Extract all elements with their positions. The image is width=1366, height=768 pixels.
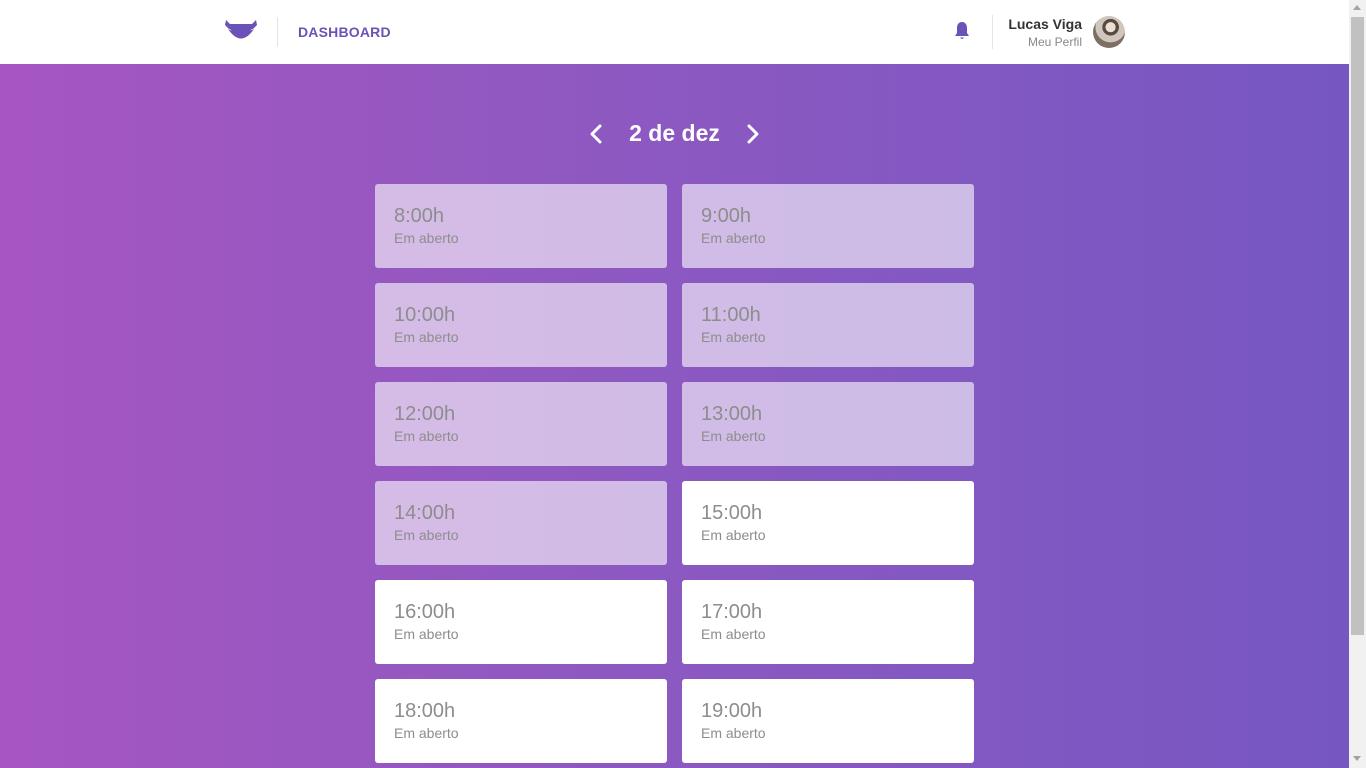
main-content: [0, 64, 1349, 768]
slot-time: 10:00h: [394, 304, 456, 326]
avatar[interactable]: [1093, 16, 1125, 48]
slot-status: Em aberto: [394, 626, 459, 642]
top-header: DASHBOARD Lucas Viga Meu Perfil: [0, 0, 1349, 64]
slot-status: Em aberto: [394, 329, 459, 345]
slot-status: Em aberto: [701, 527, 766, 543]
slot-time: 15:00h: [701, 502, 763, 524]
slot-status: Em aberto: [701, 725, 766, 741]
slot-time: 19:00h: [701, 700, 763, 722]
header-divider: [992, 15, 993, 49]
bell-icon[interactable]: [953, 21, 971, 41]
slot-status: Em aberto: [701, 626, 766, 642]
time-slot[interactable]: 18:00h Em aberto: [375, 679, 667, 763]
time-slot[interactable]: 14:00h Em aberto: [375, 481, 667, 565]
time-slot[interactable]: 9:00h Em aberto: [682, 184, 974, 268]
slot-time: 13:00h: [701, 403, 763, 425]
profile-link[interactable]: Meu Perfil: [1028, 35, 1082, 49]
nav-dashboard-link[interactable]: DASHBOARD: [298, 24, 391, 40]
time-slot[interactable]: 8:00h Em aberto: [375, 184, 667, 268]
time-slot[interactable]: 12:00h Em aberto: [375, 382, 667, 466]
mustache-icon[interactable]: [224, 18, 258, 44]
slot-time: 14:00h: [394, 502, 456, 524]
slot-status: Em aberto: [701, 428, 766, 444]
scroll-thumb[interactable]: [1351, 17, 1364, 635]
user-name: Lucas Viga: [1008, 16, 1082, 32]
time-slot[interactable]: 10:00h Em aberto: [375, 283, 667, 367]
scroll-up-icon[interactable]: [1353, 5, 1361, 10]
time-slot[interactable]: 19:00h Em aberto: [682, 679, 974, 763]
selected-date: 2 de dez: [629, 120, 720, 146]
time-slot[interactable]: 15:00h Em aberto: [682, 481, 974, 565]
slot-status: Em aberto: [394, 725, 459, 741]
page-scrollbar[interactable]: [1349, 0, 1366, 768]
scroll-down-icon[interactable]: [1353, 756, 1361, 761]
slot-status: Em aberto: [394, 527, 459, 543]
slot-status: Em aberto: [394, 428, 459, 444]
slot-status: Em aberto: [701, 329, 766, 345]
time-slot[interactable]: 13:00h Em aberto: [682, 382, 974, 466]
slot-status: Em aberto: [701, 230, 766, 246]
slot-time: 9:00h: [701, 205, 752, 227]
header-divider: [277, 17, 278, 47]
time-slot[interactable]: 17:00h Em aberto: [682, 580, 974, 664]
slot-time: 12:00h: [394, 403, 456, 425]
slot-time: 11:00h: [701, 304, 761, 326]
slot-status: Em aberto: [394, 230, 459, 246]
slot-time: 16:00h: [394, 601, 456, 623]
slot-time: 8:00h: [394, 205, 445, 227]
date-navigator: 2 de dez: [0, 116, 1349, 152]
slot-time: 17:00h: [701, 601, 763, 623]
chevron-right-icon[interactable]: [745, 123, 761, 145]
slot-time: 18:00h: [394, 700, 456, 722]
time-slot[interactable]: 16:00h Em aberto: [375, 580, 667, 664]
time-slot[interactable]: 11:00h Em aberto: [682, 283, 974, 367]
